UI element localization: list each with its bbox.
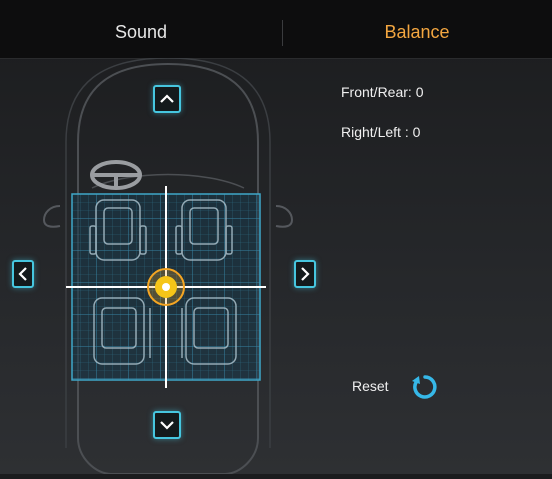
right-left-value: Right/Left : 0 (341, 124, 421, 140)
chevron-left-icon (18, 267, 27, 281)
tab-bar: Sound Balance (0, 0, 552, 59)
chevron-up-icon (160, 94, 174, 103)
balance-down-button[interactable] (153, 411, 181, 439)
tab-balance[interactable]: Balance (282, 0, 552, 58)
balance-left-button[interactable] (12, 260, 34, 288)
refresh-icon[interactable] (410, 372, 440, 402)
chevron-right-icon (301, 267, 310, 281)
front-rear-value: Front/Rear: 0 (341, 84, 424, 100)
balance-up-button[interactable] (153, 85, 181, 113)
chevron-down-icon (160, 421, 174, 430)
balance-right-button[interactable] (294, 260, 316, 288)
tab-sound[interactable]: Sound (0, 0, 282, 58)
reset-label[interactable]: Reset (352, 378, 389, 394)
